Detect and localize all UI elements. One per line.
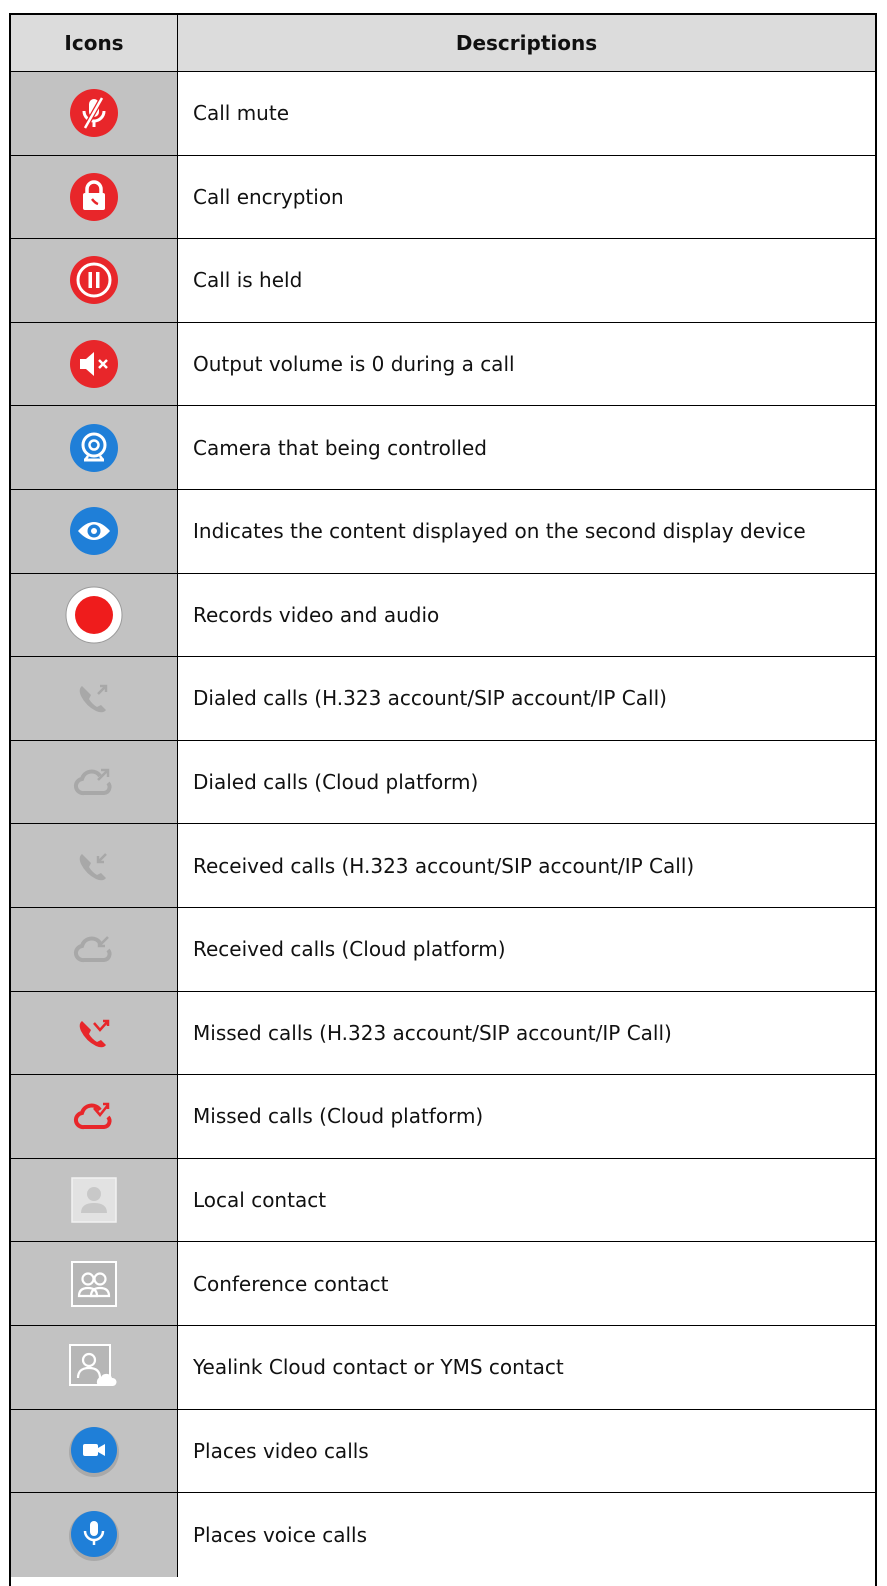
- row-description: Call is held: [193, 268, 303, 293]
- icons-column-header: Icons: [11, 15, 178, 71]
- row-description: Places video calls: [193, 1438, 369, 1463]
- row-description: Call encryption: [193, 184, 344, 209]
- icons-table: Icons Descriptions Call mute Call encryp…: [9, 13, 877, 1586]
- table-row: Yealink Cloud contact or YMS contact: [11, 1325, 875, 1410]
- row-description: Received calls (Cloud platform): [193, 937, 506, 962]
- table-row: Missed calls (H.323 account/SIP account/…: [11, 991, 875, 1076]
- received-cloud-icon: [72, 929, 116, 969]
- table-row: Records video and audio: [11, 573, 875, 658]
- row-description: Yealink Cloud contact or YMS contact: [193, 1355, 564, 1380]
- table-body: Call mute Call encryption Call is held O…: [11, 72, 875, 1577]
- camera-icon: [69, 423, 119, 473]
- table-row: Missed calls (Cloud platform): [11, 1075, 875, 1159]
- row-description: Received calls (H.323 account/SIP accoun…: [193, 853, 695, 878]
- received-call-icon: [74, 846, 114, 886]
- row-description: Call mute: [193, 101, 289, 126]
- video-call-icon: [66, 1423, 122, 1479]
- table-row: Received calls (Cloud platform): [11, 907, 875, 992]
- table-row: Camera that being controlled: [11, 406, 875, 490]
- row-description: Indicates the content displayed on the s…: [193, 519, 806, 544]
- row-description: Missed calls (Cloud platform): [193, 1104, 484, 1129]
- missed-call-icon: [74, 1013, 114, 1053]
- table-row: Call mute: [11, 72, 875, 156]
- row-description: Missed calls (H.323 account/SIP account/…: [193, 1020, 672, 1045]
- dialed-call-icon: [74, 678, 114, 718]
- lock-icon: [69, 172, 119, 222]
- dialed-cloud-icon: [72, 762, 116, 802]
- table-row: Dialed calls (H.323 account/SIP account/…: [11, 657, 875, 741]
- row-description: Local contact: [193, 1188, 327, 1213]
- conference-contact-icon: [71, 1260, 117, 1307]
- record-icon: [64, 585, 124, 645]
- row-description: Output volume is 0 during a call: [193, 352, 515, 377]
- row-description: Dialed calls (H.323 account/SIP account/…: [193, 686, 667, 711]
- table-row: Received calls (H.323 account/SIP accoun…: [11, 824, 875, 908]
- row-description: Conference contact: [193, 1271, 389, 1296]
- cloud-contact-icon: [69, 1344, 119, 1390]
- descriptions-column-header: Descriptions: [455, 31, 598, 55]
- table-row: Indicates the content displayed on the s…: [11, 489, 875, 574]
- local-contact-icon: [71, 1177, 117, 1223]
- table-row: Conference contact: [11, 1242, 875, 1326]
- mute-icon: [69, 88, 119, 138]
- row-description: Records video and audio: [193, 602, 440, 627]
- table-header: Icons Descriptions: [11, 15, 875, 72]
- table-row: Local contact: [11, 1158, 875, 1243]
- table-row: Call is held: [11, 239, 875, 323]
- eye-icon: [69, 506, 119, 556]
- missed-cloud-icon: [72, 1096, 116, 1136]
- volume-off-icon: [69, 339, 119, 389]
- table-row: Places video calls: [11, 1409, 875, 1494]
- voice-call-icon: [66, 1507, 122, 1563]
- table-row: Output volume is 0 during a call: [11, 322, 875, 407]
- pause-icon: [69, 255, 119, 305]
- table-row: Dialed calls (Cloud platform): [11, 740, 875, 825]
- table-row: Places voice calls: [11, 1493, 875, 1577]
- table-row: Call encryption: [11, 155, 875, 240]
- row-description: Camera that being controlled: [193, 435, 487, 460]
- row-description: Places voice calls: [193, 1522, 368, 1547]
- row-description: Dialed calls (Cloud platform): [193, 770, 479, 795]
